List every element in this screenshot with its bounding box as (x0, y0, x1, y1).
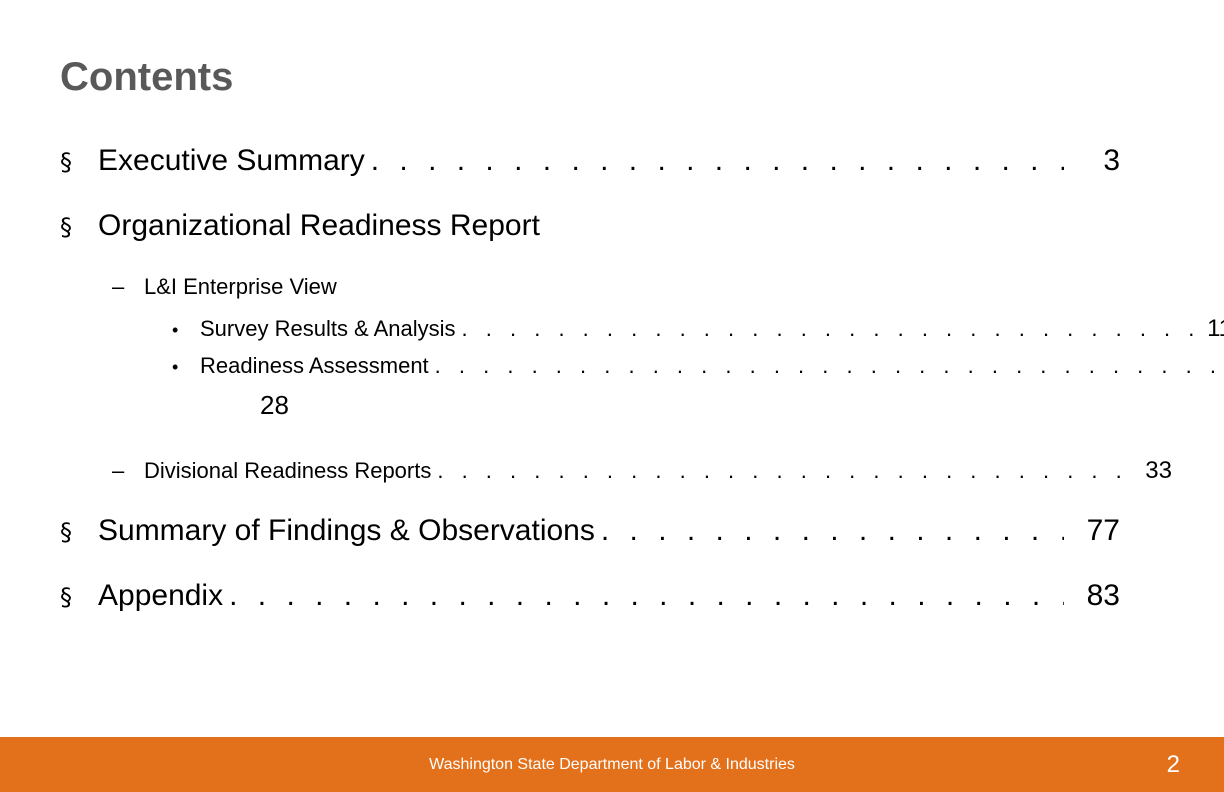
page-title: Contents (60, 55, 234, 99)
dot-leader: . . . . . . . . . . . . . . . . . . . . … (437, 458, 1122, 483)
toc-page-number: 83 (1086, 579, 1120, 612)
toc-entry-appendix[interactable]: § Appendix . . . . . . . . . . . . . . .… (60, 579, 1120, 614)
toc-entry-label: Executive Summary (98, 144, 365, 177)
toc-entry-organizational-readiness-report[interactable]: § Organizational Readiness Report (60, 209, 1120, 244)
toc-page-number: 33 (1145, 457, 1172, 484)
toc-entry-survey-results-analysis[interactable]: • Survey Results & Analysis . . . . . . … (60, 316, 1224, 343)
square-bullet-icon: § (60, 213, 72, 241)
toc-entry-label: Appendix (98, 579, 224, 612)
slide-page-number: 2 (1166, 751, 1180, 778)
toc-entry-label: Divisional Readiness Reports (144, 458, 432, 483)
dot-leader: . . . . . . . . . . . . . . . . . . . . … (461, 316, 1204, 341)
dash-bullet-icon: – (112, 274, 125, 299)
toc-page-number: 28 (260, 390, 289, 420)
dot-leader: . . . . . . . . . . . . . . . . . . . . … (434, 353, 1224, 378)
square-bullet-icon: § (60, 148, 72, 176)
toc-page-number: 11 (1207, 315, 1224, 342)
toc-entry-divisional-readiness-reports[interactable]: – Divisional Readiness Reports . . . . .… (60, 458, 1172, 484)
toc-page-number: 3 (1103, 144, 1120, 177)
toc-entry-label: Organizational Readiness Report (98, 209, 540, 242)
dot-bullet-icon: • (172, 357, 179, 377)
footer-bar: Washington State Department of Labor & I… (0, 737, 1224, 792)
table-of-contents: § Executive Summary . . . . . . . . . . … (60, 144, 1224, 614)
dot-leader: . . . . . . . . . . . . . . . . . . . . … (370, 144, 1064, 177)
dot-bullet-icon: • (172, 320, 179, 340)
toc-entry-label: Survey Results & Analysis (200, 316, 456, 341)
square-bullet-icon: § (60, 583, 72, 611)
toc-entry-label: L&I Enterprise View (144, 274, 337, 299)
toc-entry-label: Readiness Assessment (200, 353, 429, 378)
square-bullet-icon: § (60, 518, 72, 546)
toc-entry-label: Summary of Findings & Observations (98, 514, 595, 547)
toc-page-number: 77 (1086, 514, 1120, 547)
dash-bullet-icon: – (112, 458, 125, 483)
dot-leader: . . . . . . . . . . . . . . . . . . . . … (229, 579, 1064, 612)
toc-entry-summary-of-findings[interactable]: § Summary of Findings & Observations . .… (60, 514, 1120, 549)
toc-entry-readiness-assessment[interactable]: • Readiness Assessment . . . . . . . . .… (60, 353, 1224, 380)
dot-leader: . . . . . . . . . . . . . . . . . . . . … (600, 514, 1064, 547)
toc-entry-executive-summary[interactable]: § Executive Summary . . . . . . . . . . … (60, 144, 1120, 179)
footer-text: Washington State Department of Labor & I… (429, 756, 795, 773)
slide: Contents § Executive Summary . . . . . .… (0, 0, 1224, 792)
toc-entry-li-enterprise-view[interactable]: – L&I Enterprise View (60, 274, 1172, 300)
